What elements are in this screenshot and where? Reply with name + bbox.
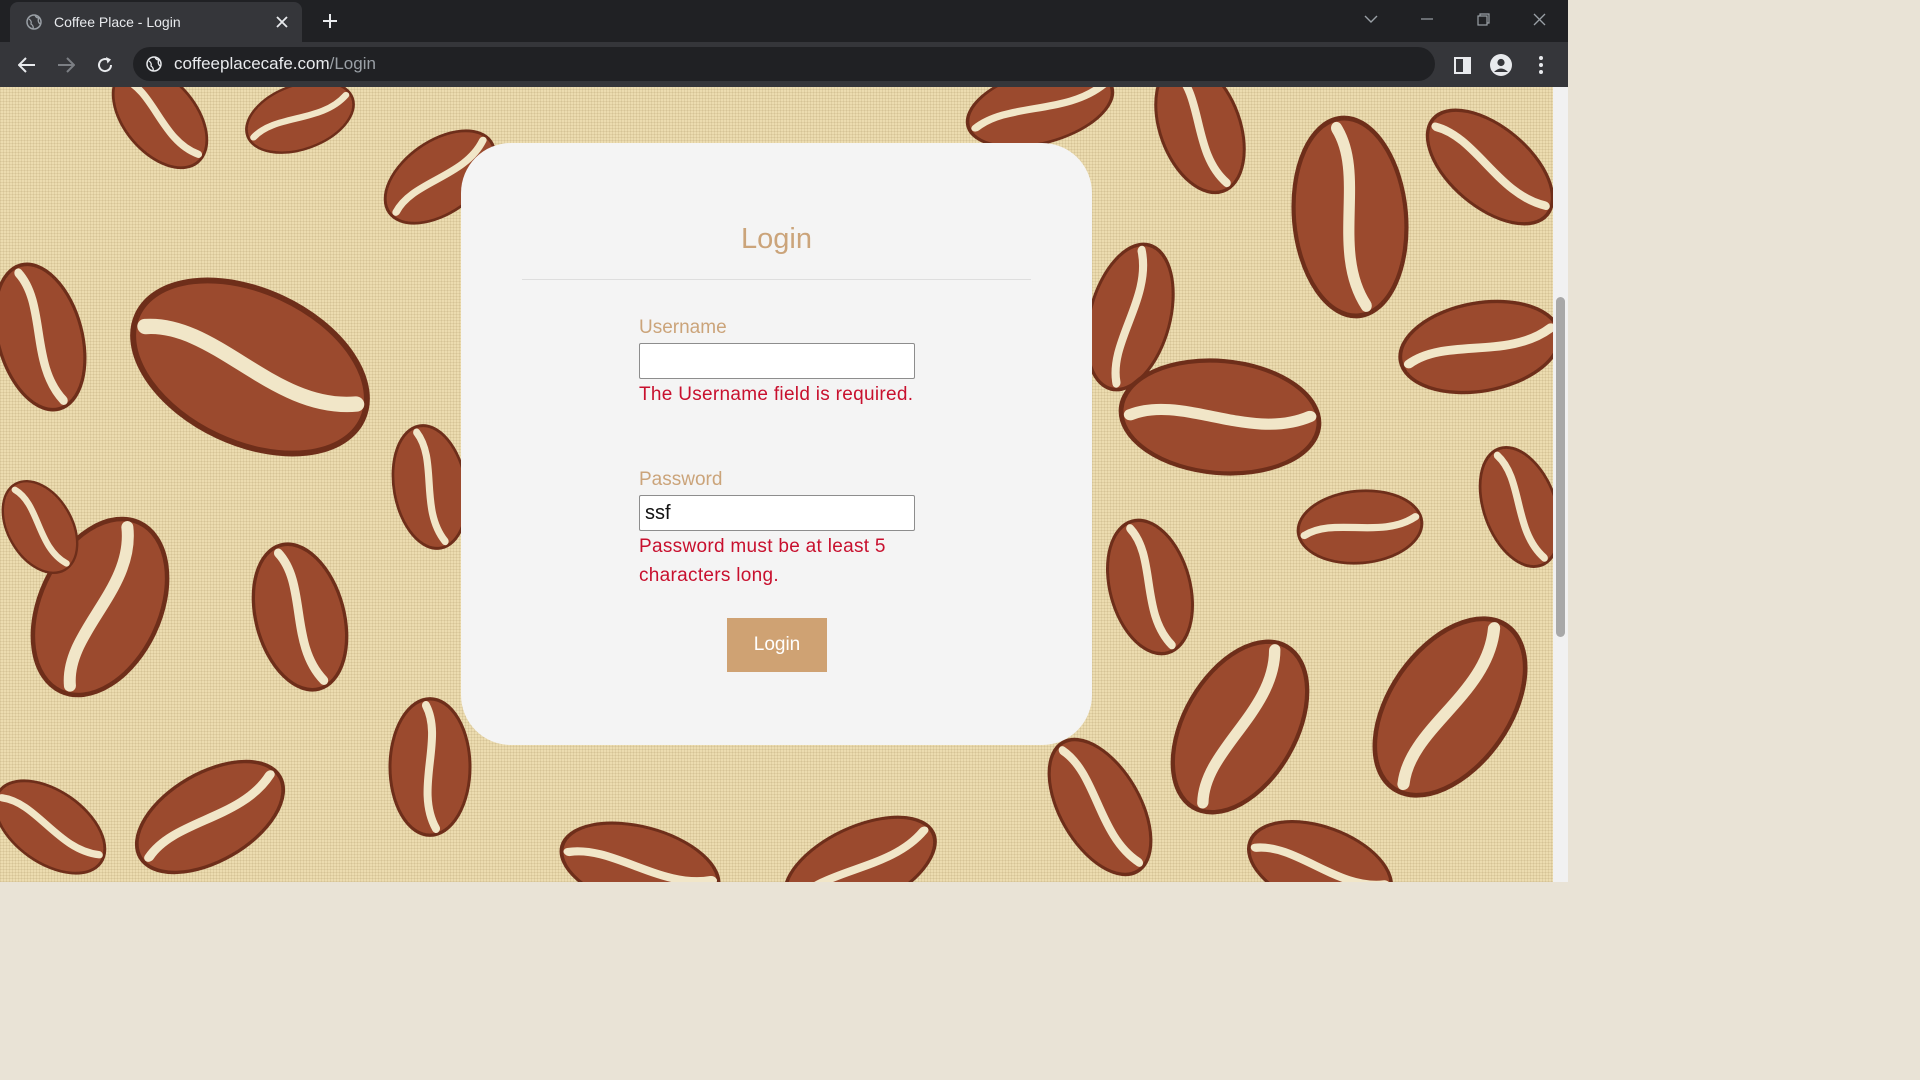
username-input[interactable] [639,343,915,379]
reload-button[interactable] [90,50,120,80]
close-tab-icon[interactable] [272,12,292,32]
password-input[interactable] [639,495,915,531]
page-scrollbar[interactable] [1553,87,1568,882]
site-info-icon[interactable] [146,56,162,72]
scrollbar-thumb[interactable] [1556,297,1565,637]
profile-avatar-icon[interactable] [1486,50,1516,80]
restore-icon[interactable] [1468,6,1498,32]
new-tab-button[interactable] [316,9,344,33]
browser-tab[interactable]: Coffee Place - Login [10,2,302,42]
page-title: Login [741,223,812,255]
back-button[interactable] [12,50,42,80]
password-label: Password [639,469,723,490]
tab-search-icon[interactable] [1356,6,1386,32]
address-bar[interactable]: coffeeplacecafe.com/Login [133,47,1435,81]
url-text: coffeeplacecafe.com/Login [174,54,376,74]
tab-title: Coffee Place - Login [54,14,181,30]
title-divider [522,279,1031,280]
minimize-icon[interactable] [1412,6,1442,32]
url-domain: coffeeplacecafe.com [174,54,330,73]
browser-tabstrip: Coffee Place - Login [0,0,1568,42]
menu-kebab-icon[interactable] [1526,50,1556,80]
browser-toolbar: coffeeplacecafe.com/Login [0,42,1568,87]
login-card: Login Username The Username field is req… [461,143,1092,745]
close-window-icon[interactable] [1524,6,1554,32]
side-panel-icon[interactable] [1447,50,1477,80]
username-error: The Username field is required. [639,384,914,405]
username-label: Username [639,317,727,338]
url-path: /Login [329,54,376,73]
forward-button[interactable] [51,50,81,80]
globe-icon [26,14,42,30]
login-button[interactable]: Login [727,618,827,672]
password-error: Password must be at least 5 characters l… [639,536,886,586]
page-viewport: Login Username The Username field is req… [0,87,1553,882]
